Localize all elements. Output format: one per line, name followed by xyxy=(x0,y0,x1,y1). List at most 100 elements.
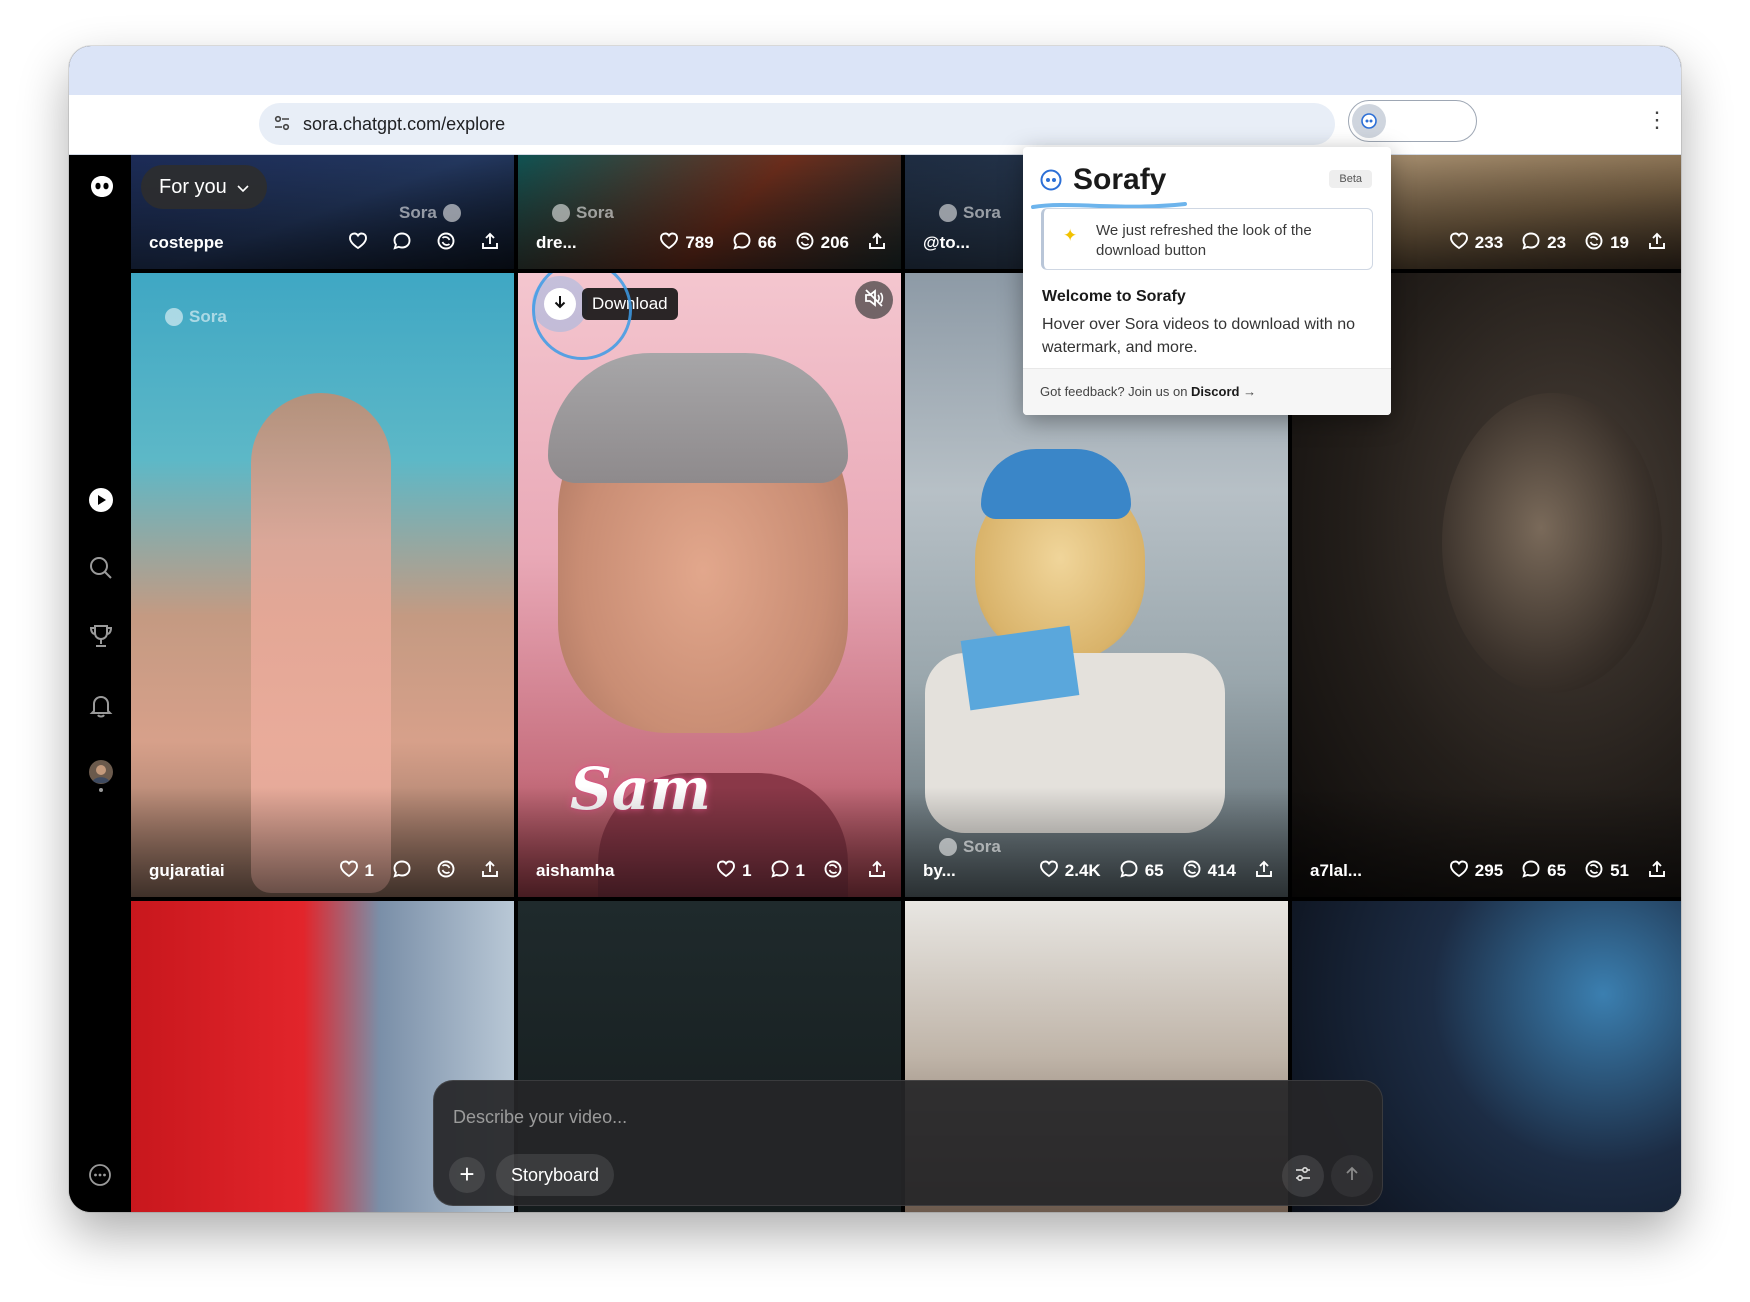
heart-icon xyxy=(659,231,685,256)
explore-play-icon[interactable] xyxy=(88,487,113,512)
remix-button[interactable] xyxy=(436,859,462,884)
storyboard-button[interactable]: Storyboard xyxy=(496,1154,615,1196)
share-icon xyxy=(1647,859,1667,884)
remix-icon xyxy=(436,231,462,256)
remix-count: 206 xyxy=(820,233,849,252)
sorafy-extension-button[interactable] xyxy=(1348,100,1477,142)
add-button[interactable]: + xyxy=(449,1157,485,1193)
like-button[interactable]: 1 xyxy=(339,859,374,884)
comment-button[interactable]: 65 xyxy=(1119,859,1164,884)
comment-button[interactable]: 1 xyxy=(770,859,805,884)
mute-button[interactable] xyxy=(855,281,893,319)
like-button[interactable]: 295 xyxy=(1449,859,1503,884)
popup-footer: Got feedback? Join us on Discord → xyxy=(1023,368,1391,415)
video-tile[interactable]: For you Sora costeppe xyxy=(131,155,514,269)
settings-button[interactable] xyxy=(1282,1155,1324,1197)
prompt-input[interactable]: Describe your video... xyxy=(453,1107,627,1128)
author-name[interactable]: dre... xyxy=(536,233,641,253)
remix-button[interactable] xyxy=(436,231,462,256)
notice-text: We just refreshed the look of the downlo… xyxy=(1096,222,1312,259)
like-count: 1 xyxy=(364,861,374,880)
author-name[interactable]: aishamha xyxy=(536,861,698,881)
remix-icon xyxy=(795,231,821,256)
share-button[interactable] xyxy=(1647,859,1667,884)
sora-watermark: Sora xyxy=(399,203,467,223)
left-rail xyxy=(69,155,131,1212)
like-count: 1 xyxy=(742,861,752,880)
share-button[interactable] xyxy=(480,231,500,256)
author-name[interactable]: by... xyxy=(923,861,1021,881)
like-button[interactable] xyxy=(348,231,374,256)
tile-meta: costeppe xyxy=(149,231,500,255)
author-name[interactable]: a7lal... xyxy=(1310,861,1431,881)
tile-meta: a7lal... 295 65 51 xyxy=(1310,859,1667,883)
remix-button[interactable]: 51 xyxy=(1584,859,1629,884)
like-button[interactable]: 2.4K xyxy=(1039,859,1101,884)
share-button[interactable] xyxy=(867,859,887,884)
browser-menu-icon[interactable]: ⋮ xyxy=(1646,109,1668,131)
comment-count: 23 xyxy=(1547,233,1567,252)
sora-watermark: Sora xyxy=(939,203,1001,223)
update-notice: ✦ We just refreshed the look of the down… xyxy=(1041,208,1373,270)
tile-meta: by... 2.4K 65 414 xyxy=(923,859,1274,883)
like-button[interactable]: 789 xyxy=(659,231,714,256)
comment-icon xyxy=(732,231,758,256)
share-icon xyxy=(1254,859,1274,884)
video-feed: For you Sora costeppe Sora dre... 789 66… xyxy=(131,155,1681,1212)
highlight-ring xyxy=(532,273,632,360)
remix-button[interactable]: 19 xyxy=(1584,231,1629,256)
sora-logo-icon[interactable] xyxy=(88,173,113,197)
watermark-text: Sora xyxy=(963,203,1001,222)
like-count: 295 xyxy=(1474,861,1504,880)
like-count: 233 xyxy=(1474,233,1504,252)
tile-meta: dre... 789 66 206 xyxy=(536,231,887,255)
avatar[interactable] xyxy=(88,759,113,792)
remix-icon xyxy=(1584,231,1610,256)
share-button[interactable] xyxy=(867,231,887,256)
for-you-dropdown[interactable]: For you xyxy=(141,165,267,209)
share-button[interactable] xyxy=(1647,231,1667,256)
comment-count: 1 xyxy=(795,861,805,880)
trophy-icon[interactable] xyxy=(88,623,113,647)
share-icon xyxy=(1647,231,1667,256)
watermark-logo-icon xyxy=(939,204,957,222)
comment-button[interactable]: 23 xyxy=(1521,231,1566,256)
remix-icon xyxy=(1584,859,1610,884)
discord-link[interactable]: Discord xyxy=(1191,384,1239,399)
like-button[interactable]: 1 xyxy=(716,859,752,884)
watermark-logo-icon xyxy=(442,204,461,222)
video-tile[interactable]: Sora dre... 789 66 206 xyxy=(518,155,901,269)
site-settings-icon[interactable] xyxy=(273,114,291,137)
address-bar[interactable]: sora.chatgpt.com/explore xyxy=(259,103,1335,145)
comment-button[interactable] xyxy=(392,859,418,884)
like-count: 789 xyxy=(685,233,714,252)
remix-button[interactable]: 206 xyxy=(795,231,849,256)
author-name[interactable]: gujaratiai xyxy=(149,861,321,881)
comment-button[interactable]: 65 xyxy=(1521,859,1566,884)
share-button[interactable] xyxy=(480,859,500,884)
welcome-description: Hover over Sora videos to download with … xyxy=(1042,316,1356,356)
download-control[interactable]: Download xyxy=(532,273,678,360)
send-button[interactable] xyxy=(1331,1155,1373,1197)
watermark-logo-icon xyxy=(165,308,183,326)
remix-count: 51 xyxy=(1610,861,1629,880)
heart-icon xyxy=(339,859,365,884)
video-tile[interactable]: Sam Download aishamha 1 1 xyxy=(518,273,901,897)
tile-meta: aishamha 1 1 xyxy=(536,859,887,883)
like-button[interactable]: 233 xyxy=(1449,231,1503,256)
watermark-text: Sora xyxy=(576,203,614,222)
comment-button[interactable] xyxy=(392,231,418,256)
welcome-title: Welcome to Sorafy xyxy=(1042,288,1186,305)
more-icon[interactable] xyxy=(88,1163,112,1187)
heart-icon xyxy=(1449,859,1475,884)
video-tile[interactable]: Sora gujaratiai 1 xyxy=(131,273,514,897)
comment-button[interactable]: 66 xyxy=(732,231,777,256)
share-button[interactable] xyxy=(1254,859,1274,884)
remix-button[interactable]: 414 xyxy=(1182,859,1236,884)
remix-icon xyxy=(1182,859,1208,884)
browser-window: sora.chatgpt.com/explore ⋮ For you Sora … xyxy=(69,46,1681,1212)
author-name[interactable]: costeppe xyxy=(149,233,330,253)
search-icon[interactable] xyxy=(88,555,112,579)
bell-icon[interactable] xyxy=(88,693,113,718)
remix-button[interactable] xyxy=(823,859,849,884)
